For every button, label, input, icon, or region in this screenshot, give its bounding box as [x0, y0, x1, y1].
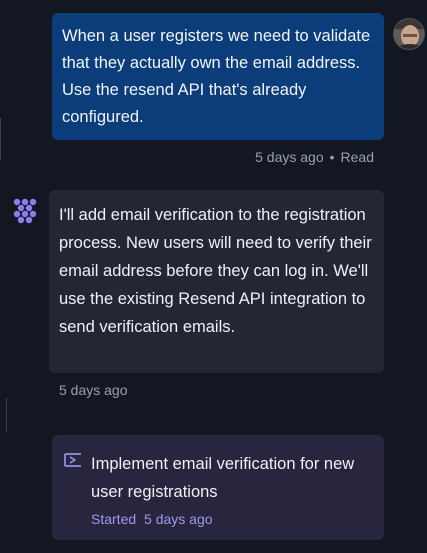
user-avatar[interactable]	[393, 18, 425, 50]
user-message-bubble: When a user registers we need to validat…	[52, 13, 384, 140]
meta-separator: •	[329, 149, 335, 165]
assistant-message-text: I'll add email verification to the regis…	[59, 206, 372, 336]
assistant-message-bubble: I'll add email verification to the regis…	[49, 190, 384, 373]
read-status: Read	[340, 149, 374, 165]
assistant-logo-icon	[11, 197, 39, 225]
task-flag-icon	[63, 452, 83, 468]
chat-thread: When a user registers we need to validat…	[0, 0, 427, 553]
user-message-meta: 5 days ago • Read	[255, 149, 374, 165]
task-card[interactable]: Implement email verification for new use…	[52, 435, 384, 540]
assistant-message-time: 5 days ago	[59, 382, 128, 398]
task-status: Started 5 days ago	[91, 511, 374, 527]
task-status-label: Started	[91, 511, 137, 527]
user-message-time: 5 days ago	[255, 149, 324, 165]
user-message-text: When a user registers we need to validat…	[62, 27, 371, 126]
left-divider	[6, 398, 7, 432]
left-divider	[0, 118, 1, 160]
task-title: Implement email verification for new use…	[91, 455, 355, 501]
task-status-time: 5 days ago	[144, 511, 213, 527]
